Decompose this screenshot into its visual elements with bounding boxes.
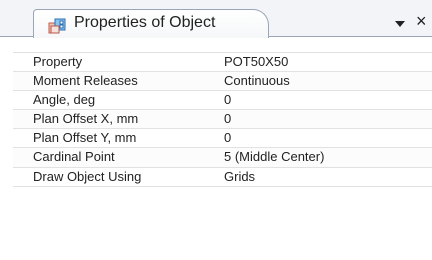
property-value[interactable]: 0 [224,92,231,107]
property-name: Draw Object Using [33,168,142,184]
property-name: Moment Releases [33,73,138,89]
property-grid: Property POT50X50 Moment Releases Contin… [13,52,432,187]
property-value[interactable]: POT50X50 [224,54,288,69]
property-row[interactable]: Angle, deg 0 [13,91,432,111]
tab-properties-of-object[interactable]: Properties of Object [33,9,269,38]
property-row[interactable]: Plan Offset X, mm 0 [13,110,432,130]
title-bar: Properties of Object × [0,0,432,38]
dropdown-icon[interactable] [393,17,407,31]
property-row[interactable]: Property POT50X50 [13,53,432,73]
tab-title: Properties of Object [74,14,216,31]
property-row[interactable]: Plan Offset Y, mm 0 [13,129,432,149]
property-row[interactable]: Moment Releases Continuous [13,72,432,92]
property-row[interactable]: Draw Object Using Grids [13,167,432,187]
properties-panel: Properties of Object × Property POT50X50… [0,0,432,260]
property-value[interactable]: Grids [224,169,255,184]
property-name: Plan Offset Y, mm [33,130,137,146]
property-name: Cardinal Point [33,149,115,165]
properties-icon [48,17,68,35]
property-name: Property [33,54,83,69]
property-value[interactable]: Continuous [224,73,290,88]
close-icon[interactable]: × [416,12,427,30]
property-value[interactable]: 0 [224,130,231,145]
property-name: Plan Offset X, mm [33,111,139,127]
property-value[interactable]: 5 (Middle Center) [224,149,324,164]
property-row[interactable]: Cardinal Point 5 (Middle Center) [13,148,432,168]
property-value[interactable]: 0 [224,111,231,126]
property-name: Angle, deg [33,92,96,108]
